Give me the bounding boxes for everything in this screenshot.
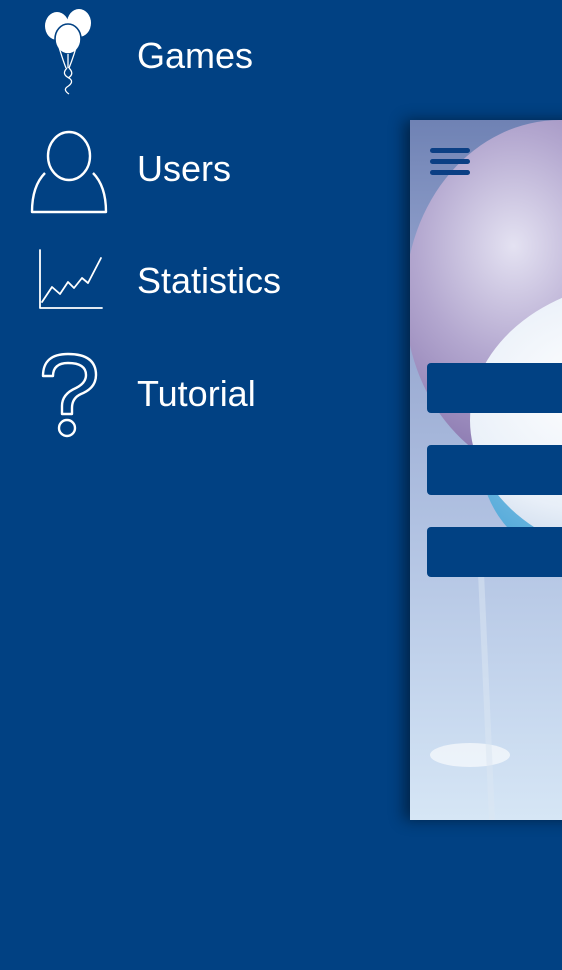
- panel-button-3[interactable]: [427, 527, 562, 577]
- question-mark-icon: [41, 352, 98, 438]
- side-drawer: Games Users Statistics Tutorial: [0, 0, 400, 970]
- drawer-item-tutorial[interactable]: Tutorial: [0, 344, 400, 444]
- panel-button-1[interactable]: [427, 363, 562, 413]
- app-screen: Games Users Statistics Tutorial: [0, 0, 562, 970]
- drawer-item-games[interactable]: Games: [0, 0, 400, 100]
- drawer-item-label: Games: [137, 35, 254, 76]
- panel-button-2[interactable]: [427, 445, 562, 495]
- line-chart-icon: [39, 249, 103, 309]
- balloons-icon: [45, 9, 91, 95]
- hamburger-menu-icon[interactable]: [428, 144, 472, 180]
- drawer-item-label: Users: [137, 148, 232, 189]
- main-panel[interactable]: [410, 120, 562, 820]
- drawer-item-users[interactable]: Users: [0, 120, 400, 220]
- drawer-item-statistics[interactable]: Statistics: [0, 232, 400, 332]
- drawer-item-label: Statistics: [137, 260, 282, 301]
- user-icon: [30, 130, 108, 214]
- drawer-item-label: Tutorial: [137, 373, 256, 414]
